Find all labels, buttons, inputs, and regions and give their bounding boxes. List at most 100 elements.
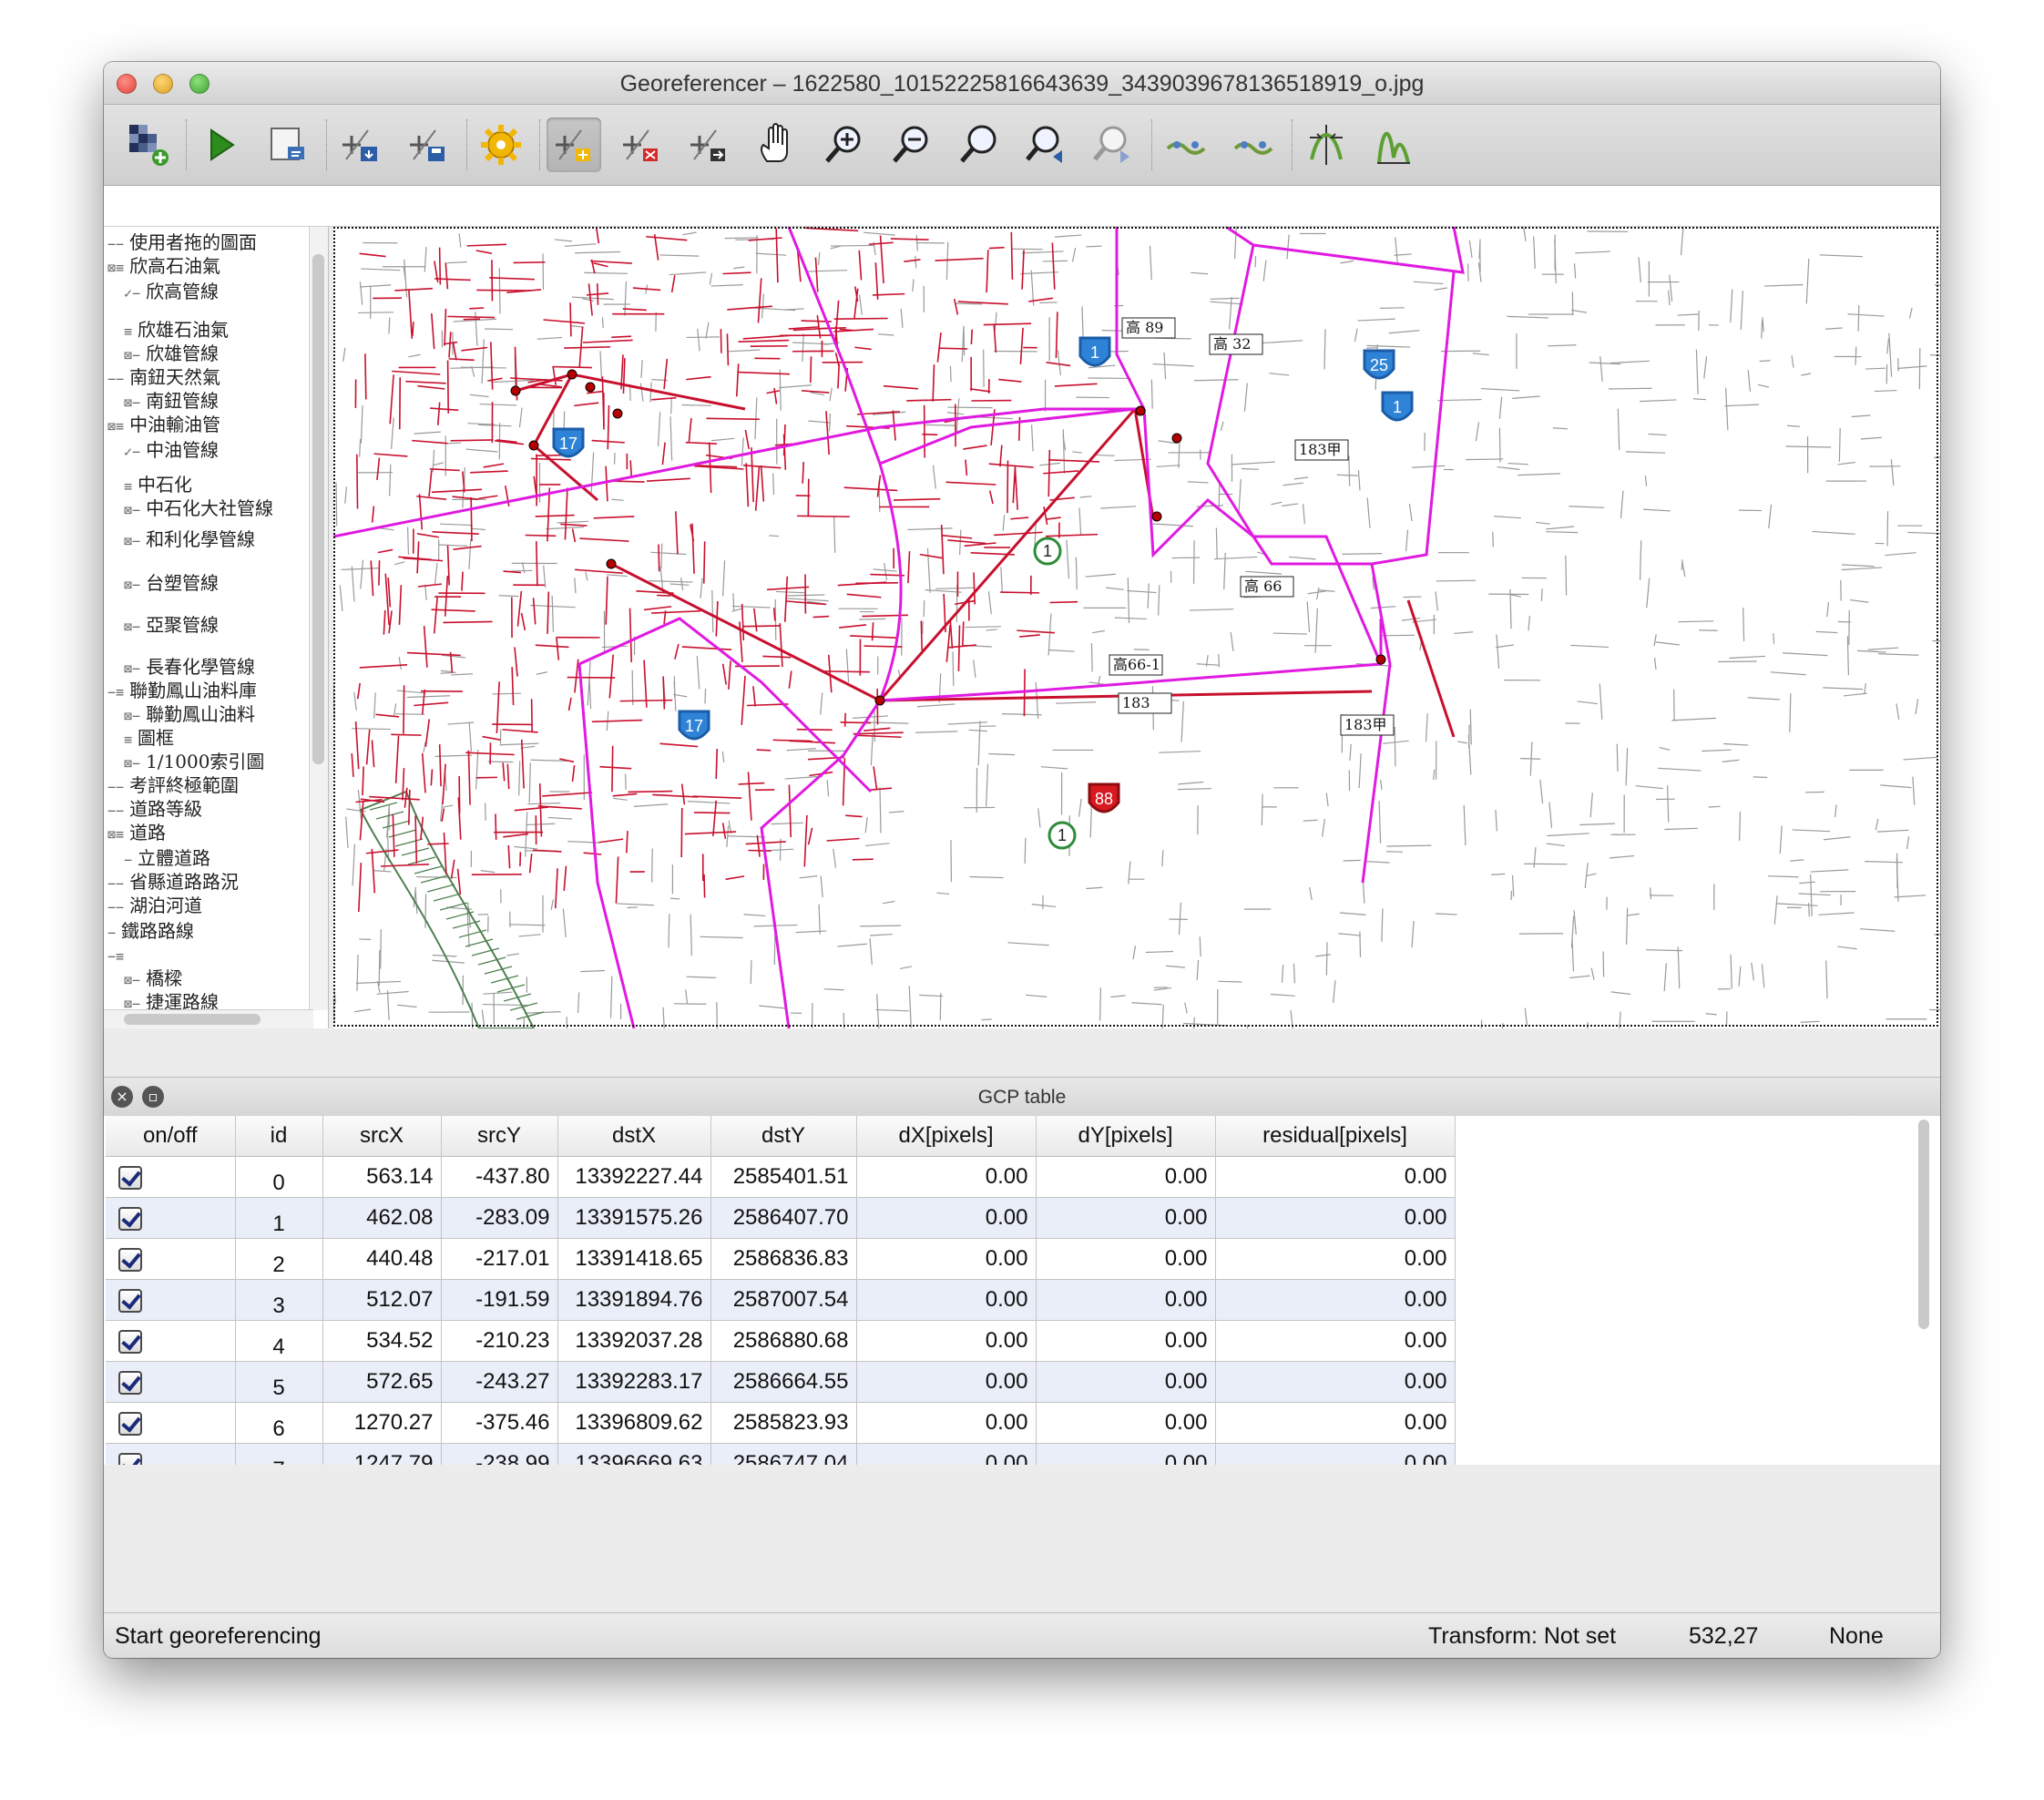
- gcp-dstx-cell[interactable]: 13392227.44: [557, 1156, 711, 1198]
- legend-item[interactable]: ⊠− 聯勤鳳山油料: [124, 702, 255, 726]
- gcp-srcx-cell[interactable]: 462.08: [322, 1197, 442, 1239]
- delete-point-button[interactable]: [614, 118, 669, 172]
- gcp-dsty-cell[interactable]: 2587007.54: [710, 1279, 857, 1321]
- gcp-srcx-cell[interactable]: 572.65: [322, 1361, 442, 1403]
- gcp-srcx-cell[interactable]: 563.14: [322, 1156, 442, 1198]
- link-georeferencer-to-qgis-button[interactable]: [1159, 118, 1213, 172]
- legend-toggle-icon[interactable]: −−: [107, 236, 124, 252]
- legend-item[interactable]: −− 省縣道路路況: [107, 870, 239, 894]
- legend-toggle-icon[interactable]: ⊠−: [124, 347, 140, 363]
- pan-button[interactable]: [749, 118, 803, 172]
- gcp-dsty-cell[interactable]: 2586407.70: [710, 1197, 857, 1239]
- gcp-dstx-cell[interactable]: 13392283.17: [557, 1361, 711, 1403]
- gcp-srcy-cell[interactable]: -191.59: [441, 1279, 558, 1321]
- legend-toggle-icon[interactable]: ⊠−: [124, 394, 140, 411]
- gcp-dy-cell[interactable]: 0.00: [1036, 1402, 1216, 1444]
- legend-item[interactable]: ⊠− 南鈕管線: [124, 389, 219, 413]
- legend-toggle-icon[interactable]: ⊠−: [124, 502, 140, 518]
- gcp-res-cell[interactable]: 0.00: [1215, 1320, 1456, 1362]
- column-header[interactable]: srcX: [322, 1116, 442, 1157]
- gcp-srcy-cell[interactable]: -375.46: [441, 1402, 558, 1444]
- legend-toggle-icon[interactable]: −−: [107, 803, 124, 819]
- gcp-srcy-cell[interactable]: -238.99: [441, 1443, 558, 1465]
- gcp-res-cell[interactable]: 0.00: [1215, 1197, 1456, 1239]
- gcp-res-cell[interactable]: 0.00: [1215, 1361, 1456, 1403]
- gcp-dx-cell[interactable]: 0.00: [856, 1238, 1037, 1280]
- gcp-dx-cell[interactable]: 0.00: [856, 1443, 1037, 1465]
- add-point-button[interactable]: [547, 118, 601, 172]
- legend-toggle-icon[interactable]: −≡: [107, 684, 124, 701]
- legend-item[interactable]: −≡: [107, 943, 129, 966]
- legend-item[interactable]: ✓− 中油管線: [124, 438, 219, 462]
- generate-gdal-script-button[interactable]: [261, 118, 315, 172]
- gcp-srcx-cell[interactable]: 1270.27: [322, 1402, 442, 1444]
- legend-toggle-icon[interactable]: ⊠−: [124, 619, 140, 635]
- table-row[interactable]: 4 534.52 -210.23 13392037.28 2586880.68 0.00 0…: [106, 1320, 1456, 1362]
- legend-toggle-icon[interactable]: ⊠−: [124, 708, 140, 724]
- open-raster-button[interactable]: [120, 118, 175, 172]
- column-header[interactable]: dY[pixels]: [1036, 1116, 1216, 1157]
- gcp-dstx-cell[interactable]: 13391894.76: [557, 1279, 711, 1321]
- table-row[interactable]: 71247.79-238.9913396669.632586747.040.00…: [106, 1443, 1456, 1465]
- legend-item[interactable]: ≡ 欣雄石油氣: [124, 318, 229, 342]
- legend-toggle-icon[interactable]: ⊠−: [124, 755, 140, 772]
- legend-toggle-icon[interactable]: ✓−: [124, 285, 140, 302]
- gcp-srcx-cell[interactable]: 440.48: [322, 1238, 442, 1280]
- legend-item[interactable]: ⊠≡ 中油輸油管: [107, 413, 220, 436]
- gcp-dsty-cell[interactable]: 2585823.93: [710, 1402, 857, 1444]
- gcp-dstx-cell[interactable]: 13391575.26: [557, 1197, 711, 1239]
- legend-item[interactable]: ⊠− 橋樑: [124, 966, 182, 990]
- legend-item[interactable]: ⊠− 長春化學管線: [124, 655, 255, 679]
- gcp-dsty-cell[interactable]: 2586747.04: [710, 1443, 857, 1465]
- table-row[interactable]: 0 563.14 -437.80 13392227.44 2585401.51 0.00 0…: [106, 1156, 1456, 1198]
- gcp-dy-cell[interactable]: 0.00: [1036, 1361, 1216, 1403]
- start-georeferencing-button[interactable]: [193, 118, 248, 172]
- gcp-dy-cell[interactable]: 0.00: [1036, 1320, 1216, 1362]
- legend-toggle-icon[interactable]: ⊠−: [124, 533, 140, 549]
- table-row[interactable]: 1 462.08 -283.09 13391575.26 2586407.70 0.00 0…: [106, 1197, 1456, 1239]
- gcp-res-cell[interactable]: 0.00: [1215, 1279, 1456, 1321]
- gcp-enabled-checkbox[interactable]: [118, 1411, 142, 1436]
- gcp-dsty-cell[interactable]: 2586664.55: [710, 1361, 857, 1403]
- gcp-dx-cell[interactable]: 0.00: [856, 1402, 1037, 1444]
- legend-toggle-icon[interactable]: −: [107, 925, 116, 941]
- save-gcp-points-button[interactable]: [401, 118, 455, 172]
- gcp-res-cell[interactable]: 0.00: [1215, 1443, 1456, 1465]
- gcp-dsty-cell[interactable]: 2586880.68: [710, 1320, 857, 1362]
- gcp-enabled-checkbox[interactable]: [118, 1329, 142, 1354]
- column-header[interactable]: id: [235, 1116, 323, 1157]
- legend-toggle-icon[interactable]: −≡: [107, 948, 124, 965]
- table-row[interactable]: 5 572.65 -243.27 13392283.17 2586664.55 0.00 0…: [106, 1361, 1456, 1403]
- zoom-to-layer-button[interactable]: [951, 118, 1006, 172]
- gcp-dy-cell[interactable]: 0.00: [1036, 1443, 1216, 1465]
- gcp-enabled-checkbox[interactable]: [118, 1206, 142, 1231]
- legend-item[interactable]: −≡ 聯勤鳳山油料庫: [107, 679, 257, 702]
- gcp-dstx-cell[interactable]: 13392037.28: [557, 1320, 711, 1362]
- legend-item[interactable]: −− 使用者拖的圖面: [107, 230, 257, 254]
- gcp-dy-cell[interactable]: 0.00: [1036, 1197, 1216, 1239]
- legend-item[interactable]: ≡ 圖框: [124, 726, 174, 750]
- legend-toggle-icon[interactable]: ⊠−: [124, 660, 140, 677]
- link-qgis-to-georeferencer-button[interactable]: [1226, 118, 1281, 172]
- legend-item[interactable]: ⊠≡ 道路: [107, 821, 166, 844]
- table-row[interactable]: 2 440.48 -217.01 13391418.65 2586836.83 0.00 0…: [106, 1238, 1456, 1280]
- gcp-dx-cell[interactable]: 0.00: [856, 1361, 1037, 1403]
- legend-toggle-icon[interactable]: −−: [107, 899, 124, 915]
- legend-toggle-icon[interactable]: ⊠≡: [107, 826, 124, 843]
- legend-horizontal-scrollbar[interactable]: [104, 1009, 313, 1028]
- gcp-srcy-cell[interactable]: -210.23: [441, 1320, 558, 1362]
- gcp-table-scrollbar[interactable]: [1918, 1120, 1929, 1329]
- gcp-dsty-cell[interactable]: 2585401.51: [710, 1156, 857, 1198]
- map-canvas[interactable]: 1 25 1 17 17 1 1 88 高 89 高 32 183甲高 66 高66-1 183 183甲: [333, 227, 1940, 1028]
- column-header[interactable]: residual[pixels]: [1215, 1116, 1456, 1157]
- legend-toggle-icon[interactable]: ⊠≡: [107, 260, 124, 276]
- legend-item[interactable]: ⊠≡ 欣高石油氣: [107, 254, 220, 278]
- gcp-dx-cell[interactable]: 0.00: [856, 1279, 1037, 1321]
- gcp-dx-cell[interactable]: 0.00: [856, 1320, 1037, 1362]
- legend-item[interactable]: ⊠− 台塑管線: [124, 571, 219, 595]
- legend-item[interactable]: − 鐵路路線: [107, 919, 194, 943]
- gcp-srcx-cell[interactable]: 512.07: [322, 1279, 442, 1321]
- legend-toggle-icon[interactable]: ✓−: [124, 444, 140, 460]
- legend-toggle-icon[interactable]: ⊠≡: [107, 418, 124, 435]
- gcp-enabled-checkbox[interactable]: [118, 1247, 142, 1272]
